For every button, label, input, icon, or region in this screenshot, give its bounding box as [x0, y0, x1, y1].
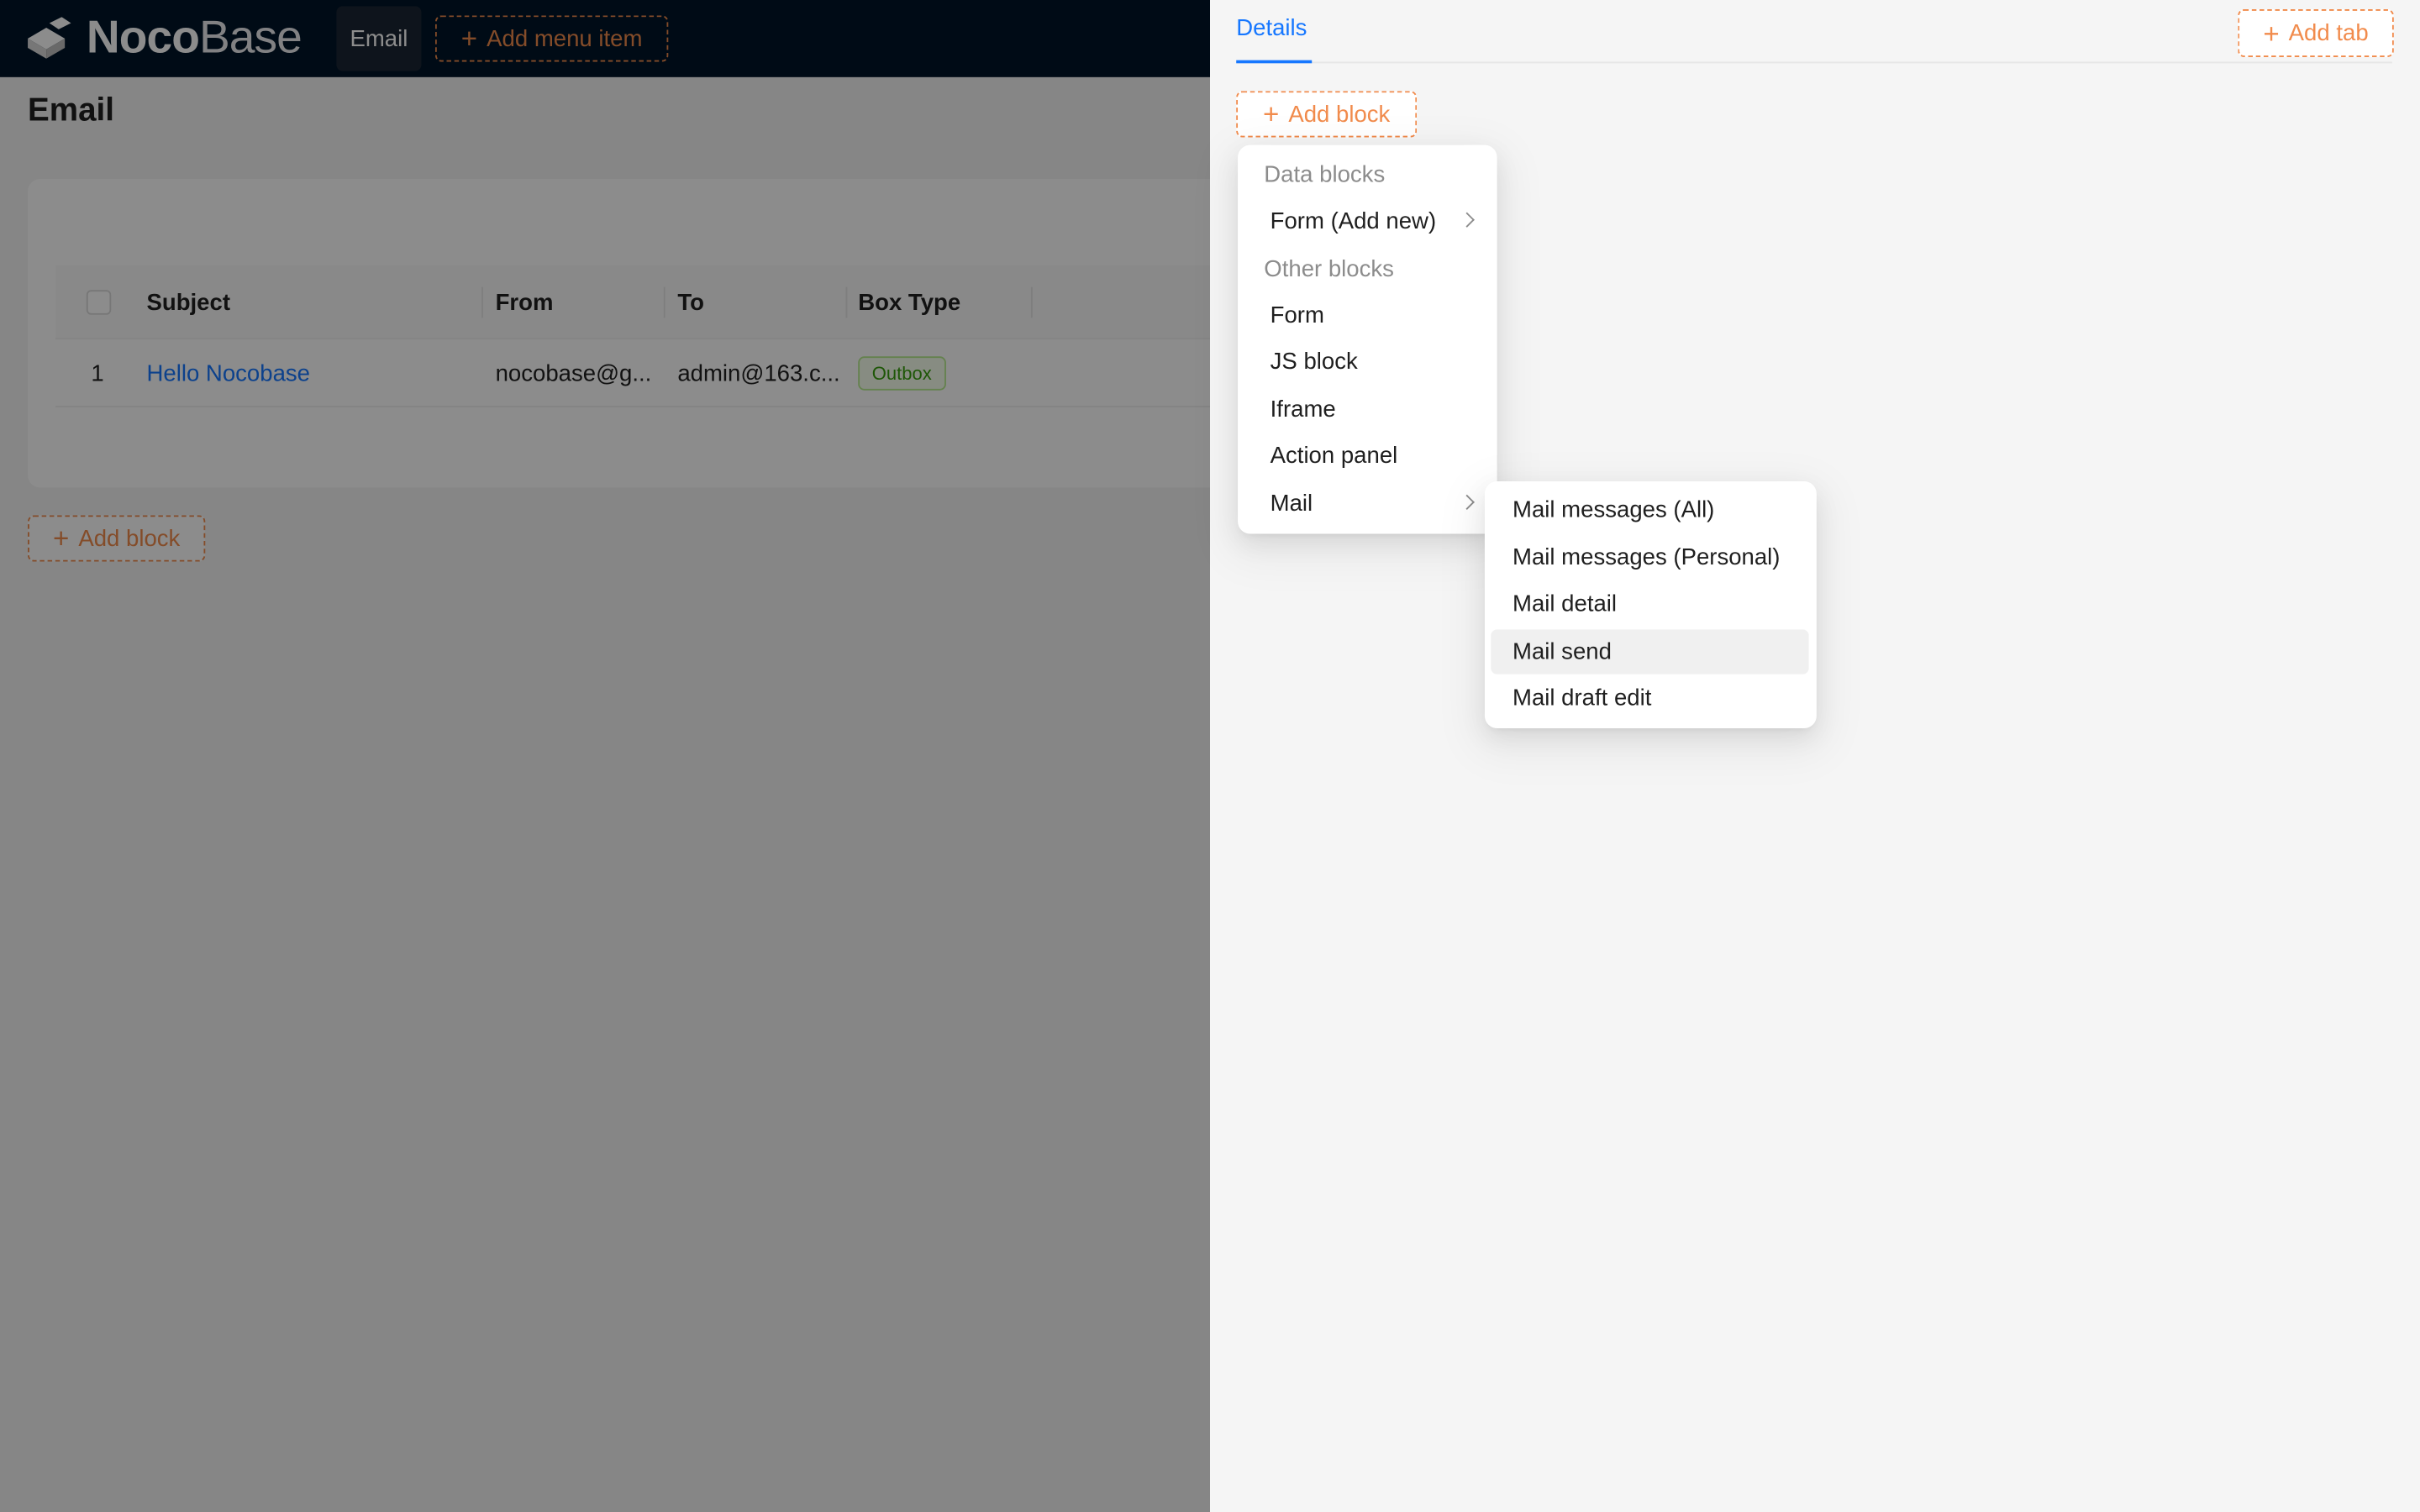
menu-group-other-blocks: Other blocks	[1264, 255, 1394, 283]
add-tab-label: Add tab	[2288, 19, 2369, 47]
submenu-item-mail-draft-edit[interactable]: Mail draft edit	[1491, 675, 1808, 720]
menu-item-js-block[interactable]: JS block	[1244, 339, 1491, 384]
chevron-right-icon	[1459, 494, 1475, 510]
menu-item-form-add-new[interactable]: Form (Add new)	[1244, 199, 1491, 244]
menu-item-iframe[interactable]: Iframe	[1244, 387, 1491, 432]
menu-item-form[interactable]: Form	[1244, 293, 1491, 338]
add-block-dropdown: Data blocks Form (Add new) Other blocks …	[1238, 144, 1497, 534]
plus-icon: +	[1262, 98, 1280, 130]
submenu-item-mail-send[interactable]: Mail send	[1491, 629, 1809, 675]
drawer-overlay-mask[interactable]	[0, 0, 1210, 1512]
chevron-right-icon	[1459, 212, 1475, 228]
add-tab-button[interactable]: + Add tab	[2238, 9, 2394, 57]
menu-item-label: Form (Add new)	[1270, 207, 1437, 235]
submenu-item-mail-messages-personal[interactable]: Mail messages (Personal)	[1491, 535, 1808, 580]
tabs-divider	[1236, 61, 2392, 64]
active-tab-indicator	[1236, 60, 1313, 64]
menu-item-mail[interactable]: Mail	[1244, 481, 1491, 526]
tab-details[interactable]: Details	[1236, 15, 1307, 61]
drawer-add-block-label: Add block	[1288, 101, 1391, 128]
menu-item-action-panel[interactable]: Action panel	[1244, 433, 1491, 478]
submenu-item-mail-detail[interactable]: Mail detail	[1491, 581, 1808, 626]
menu-group-data-blocks: Data blocks	[1264, 161, 1386, 189]
drawer-add-block-button[interactable]: + Add block	[1236, 91, 1418, 138]
submenu-item-mail-messages-all[interactable]: Mail messages (All)	[1491, 487, 1808, 532]
menu-item-label: Mail	[1270, 491, 1313, 517]
plus-icon: +	[2263, 18, 2280, 49]
mail-submenu: Mail messages (All) Mail messages (Perso…	[1484, 481, 1817, 728]
